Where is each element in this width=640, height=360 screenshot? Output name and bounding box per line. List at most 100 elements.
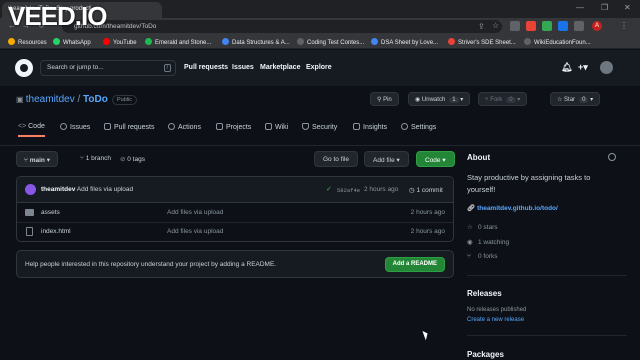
tab-projects-label: Projects xyxy=(226,124,252,131)
fork-button[interactable]: ⑂ Fork 0 ▾ xyxy=(478,92,528,106)
user-avatar[interactable] xyxy=(600,61,613,74)
commit-count: 1 commit xyxy=(416,187,443,194)
tab-security-label: Security xyxy=(312,124,338,131)
extension-icon[interactable] xyxy=(542,21,552,31)
file-name[interactable]: assets xyxy=(41,209,60,216)
commit-author[interactable]: theamitdev xyxy=(41,186,75,193)
nav-explore[interactable]: Explore xyxy=(306,64,332,71)
bookmark-item[interactable]: Emerald and Stone... xyxy=(145,38,211,46)
add-file-label: Add file xyxy=(373,157,395,164)
commit-sha[interactable]: 582af4e xyxy=(337,187,360,194)
bookmark-item[interactable]: DSA Sheet by Love... xyxy=(371,38,438,46)
pin-label: Pin xyxy=(383,97,392,103)
browser-menu-icon[interactable]: ⋮ xyxy=(620,21,628,30)
releases-heading[interactable]: Releases xyxy=(467,289,502,298)
create-release-link[interactable]: Create a new release xyxy=(467,317,524,323)
bookmark-label: Data Structures & A... xyxy=(232,40,290,46)
star-button[interactable]: ☆ Star 0 ▾ xyxy=(550,92,601,106)
tab-insights[interactable]: Insights xyxy=(353,123,387,131)
repo-owner-link[interactable]: theamitdev xyxy=(26,94,75,105)
bookmark-favicon-icon xyxy=(103,38,110,45)
tab-projects[interactable]: Projects xyxy=(216,123,251,131)
commit-message[interactable]: Add files via upload xyxy=(77,186,133,193)
file-list: theamitdev Add files via upload ✓ 582af4… xyxy=(16,176,454,242)
bookmark-label: Emerald and Stone... xyxy=(155,40,212,46)
bookmark-label: WikiEducationFoun... xyxy=(534,40,591,46)
star-count: 0 xyxy=(579,97,589,103)
bookmark-favicon-icon xyxy=(371,38,378,45)
tab-code[interactable]: <> Code xyxy=(18,123,45,137)
file-row[interactable]: assets Add files via upload 2 hours ago xyxy=(17,203,453,223)
star-label: Star xyxy=(564,97,576,103)
bookmark-star-icon[interactable]: ☆ xyxy=(492,21,499,30)
branch-select[interactable]: ⑂ main ▾ xyxy=(16,151,58,167)
gear-icon[interactable] xyxy=(608,153,616,161)
nav-marketplace[interactable]: Marketplace xyxy=(260,64,300,71)
star-icon: ☆ xyxy=(467,224,473,231)
repo-name-link[interactable]: ToDo xyxy=(83,94,108,105)
check-icon[interactable]: ✓ xyxy=(326,185,332,193)
tab-settings[interactable]: Settings xyxy=(401,123,436,131)
share-icon[interactable]: ⇪ xyxy=(478,22,485,31)
repo-icon: ▣ xyxy=(16,95,26,104)
star-icon: ☆ xyxy=(557,97,565,103)
close-icon[interactable]: ✕ xyxy=(624,3,631,12)
divider xyxy=(467,335,627,336)
file-name[interactable]: index.html xyxy=(41,228,71,235)
bookmark-item[interactable]: Resources xyxy=(8,38,47,46)
unwatch-button[interactable]: ◉ Unwatch 1 ▾ xyxy=(408,92,471,106)
branch-count-link[interactable]: ⑂ 1 branch xyxy=(80,155,111,162)
bookmark-item[interactable]: Striver's SDE Sheet... xyxy=(448,38,516,46)
shield-icon xyxy=(302,123,309,130)
create-new-icon[interactable]: +▾ xyxy=(578,62,588,73)
watching-count: 1 watching xyxy=(478,239,510,246)
notification-bell-icon[interactable]: 🔔︎ xyxy=(561,62,572,73)
code-button[interactable]: Code ▾ xyxy=(416,151,455,167)
bookmark-item[interactable]: Data Structures & A... xyxy=(222,38,290,46)
author-avatar[interactable] xyxy=(25,184,36,195)
watching-link[interactable]: ◉ 1 watching xyxy=(467,238,509,246)
nav-issues[interactable]: Issues xyxy=(232,64,254,71)
repo-separator: / xyxy=(77,94,81,105)
tab-issues[interactable]: Issues xyxy=(60,123,90,131)
tag-count-link[interactable]: ⊘ 0 tags xyxy=(120,155,145,163)
tab-security[interactable]: Security xyxy=(302,123,337,131)
file-row[interactable]: index.html Add files via upload 2 hours … xyxy=(17,222,453,242)
bookmark-item[interactable]: WikiEducationFoun... xyxy=(524,38,591,46)
search-input[interactable]: Search or jump to... / xyxy=(40,60,176,76)
tab-actions[interactable]: Actions xyxy=(168,123,201,131)
commit-count-link[interactable]: ◷ 1 commit xyxy=(409,186,443,194)
tab-settings-label: Settings xyxy=(411,124,437,131)
github-logo-icon[interactable] xyxy=(15,59,33,77)
branch-count: 1 branch xyxy=(85,155,112,162)
puzzle-icon[interactable] xyxy=(574,21,584,31)
file-commit-message[interactable]: Add files via upload xyxy=(167,228,223,235)
pin-button[interactable]: ⚲ Pin xyxy=(370,92,399,106)
forks-link[interactable]: ⑂ 0 forks xyxy=(467,253,498,260)
profile-avatar[interactable]: A xyxy=(592,21,602,31)
about-heading: About xyxy=(467,153,491,162)
add-readme-button[interactable]: Add a README xyxy=(384,257,445,272)
extension-icon[interactable] xyxy=(558,21,568,31)
tab-wiki[interactable]: Wiki xyxy=(265,123,288,131)
url-input[interactable]: github.com/theamitdev/ToDo xyxy=(62,20,502,33)
extension-icon[interactable] xyxy=(510,21,520,31)
bookmark-item[interactable]: WhatsApp xyxy=(53,38,91,46)
bookmark-item[interactable]: Coding Test Contes... xyxy=(297,38,364,46)
packages-heading[interactable]: Packages xyxy=(467,350,504,359)
tab-pull-requests[interactable]: Pull requests xyxy=(104,123,154,131)
extension-icon[interactable] xyxy=(526,21,536,31)
go-to-file-button[interactable]: Go to file xyxy=(314,151,359,167)
stars-link[interactable]: ☆ 0 stars xyxy=(467,223,498,231)
code-label: Code xyxy=(425,157,441,164)
bookmark-item[interactable]: YouTube xyxy=(103,38,137,46)
minimize-icon[interactable]: — xyxy=(576,3,584,12)
tab-wiki-label: Wiki xyxy=(275,124,289,131)
bookmark-favicon-icon xyxy=(524,38,531,45)
add-file-button[interactable]: Add file ▾ xyxy=(364,151,409,167)
file-commit-message[interactable]: Add files via upload xyxy=(167,209,223,216)
maximize-icon[interactable]: ❐ xyxy=(601,3,608,12)
file-date: 2 hours ago xyxy=(410,228,445,235)
nav-pull-requests[interactable]: Pull requests xyxy=(184,64,228,71)
homepage-link[interactable]: 🔗︎ theamitdev.github.io/todo/ xyxy=(467,204,558,212)
